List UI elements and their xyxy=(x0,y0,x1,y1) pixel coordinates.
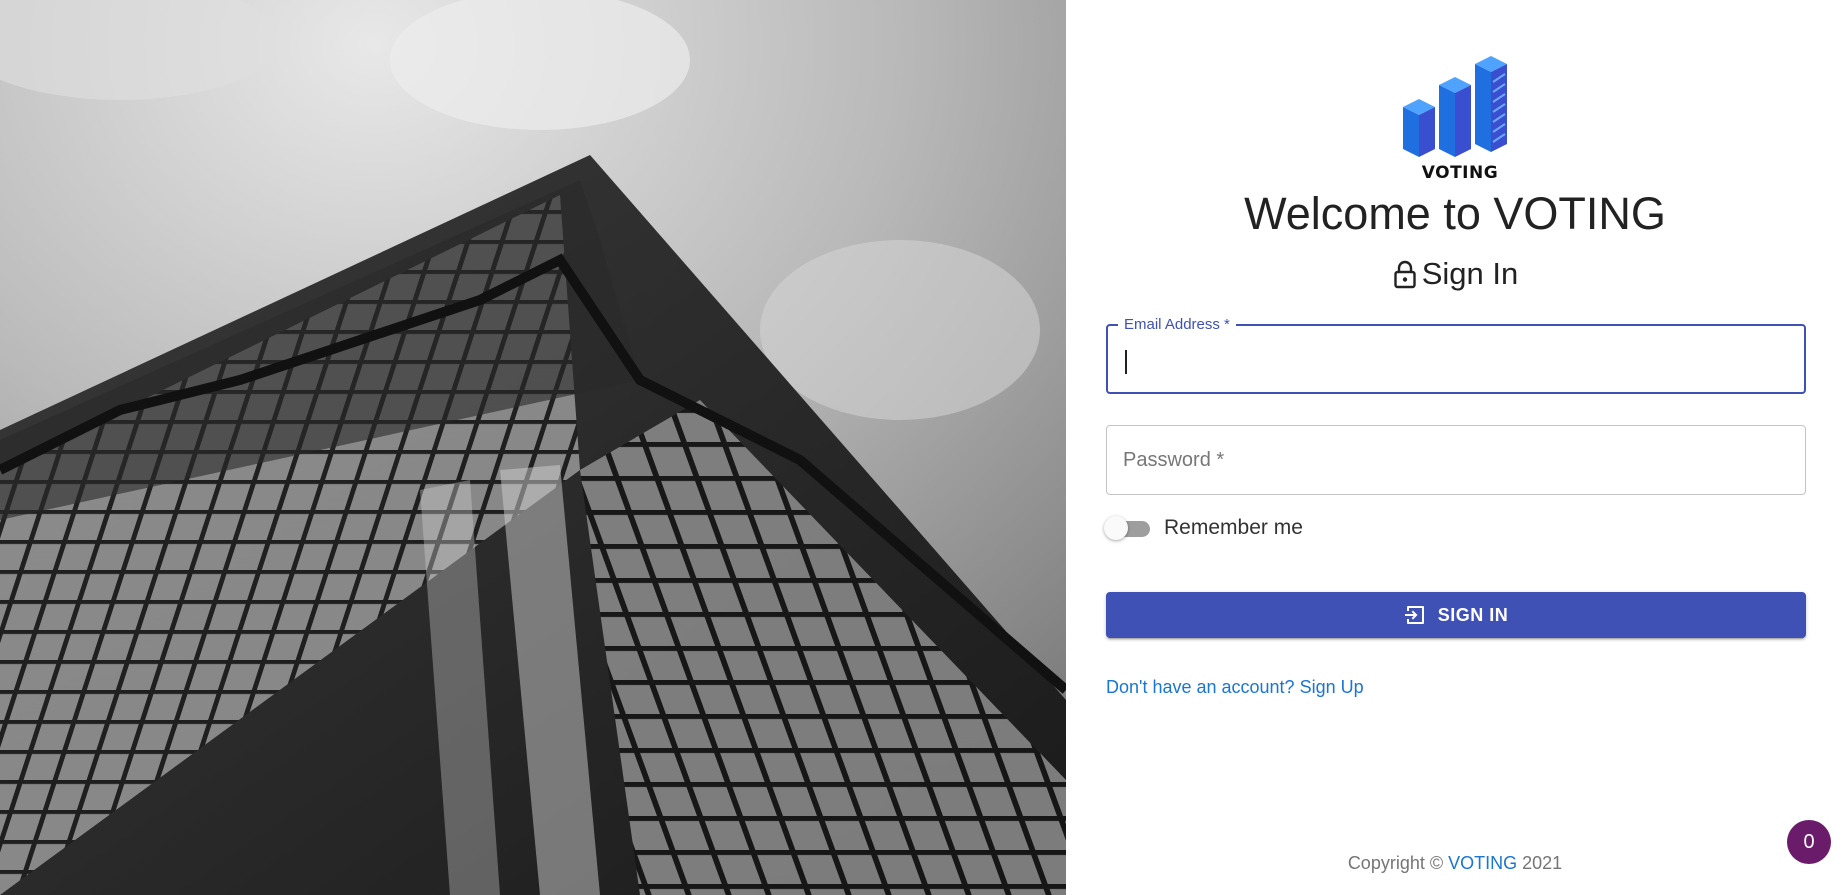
sign-in-button[interactable]: SIGN IN xyxy=(1106,592,1806,638)
sign-up-link[interactable]: Don't have an account? Sign Up xyxy=(1106,677,1364,698)
notification-badge[interactable]: 0 xyxy=(1787,820,1831,864)
copyright-year: 2021 xyxy=(1517,853,1563,873)
brand-logo: VOTING xyxy=(1397,52,1523,183)
footer-brand-link[interactable]: VOTING xyxy=(1448,853,1517,873)
copyright-prefix: Copyright © xyxy=(1347,853,1449,873)
bar-chart-logo-icon xyxy=(1403,56,1507,157)
login-icon xyxy=(1404,604,1426,626)
remember-me-label[interactable]: Remember me xyxy=(1164,516,1303,540)
toggle-thumb xyxy=(1104,516,1128,540)
email-field[interactable]: Email Address * xyxy=(1106,315,1806,394)
password-input[interactable] xyxy=(1107,426,1805,494)
page-title: Welcome to VOTING xyxy=(1244,188,1666,239)
sign-in-panel: VOTING Welcome to VOTING Sign In Email A… xyxy=(1066,0,1844,895)
remember-me-row[interactable]: Remember me xyxy=(1104,515,1303,541)
text-cursor xyxy=(1125,350,1127,374)
logo-text: VOTING xyxy=(1421,163,1499,183)
sign-in-button-label: SIGN IN xyxy=(1437,604,1509,625)
email-input[interactable] xyxy=(1108,326,1804,392)
password-field[interactable] xyxy=(1106,425,1806,495)
copyright-footer: Copyright © VOTING 2021 xyxy=(1066,853,1844,874)
hero-image xyxy=(0,0,1066,895)
lock-icon xyxy=(1392,259,1418,289)
remember-me-toggle[interactable] xyxy=(1104,515,1150,541)
sign-in-title: Sign In xyxy=(1421,256,1519,291)
sign-in-heading: Sign In xyxy=(1066,256,1844,292)
